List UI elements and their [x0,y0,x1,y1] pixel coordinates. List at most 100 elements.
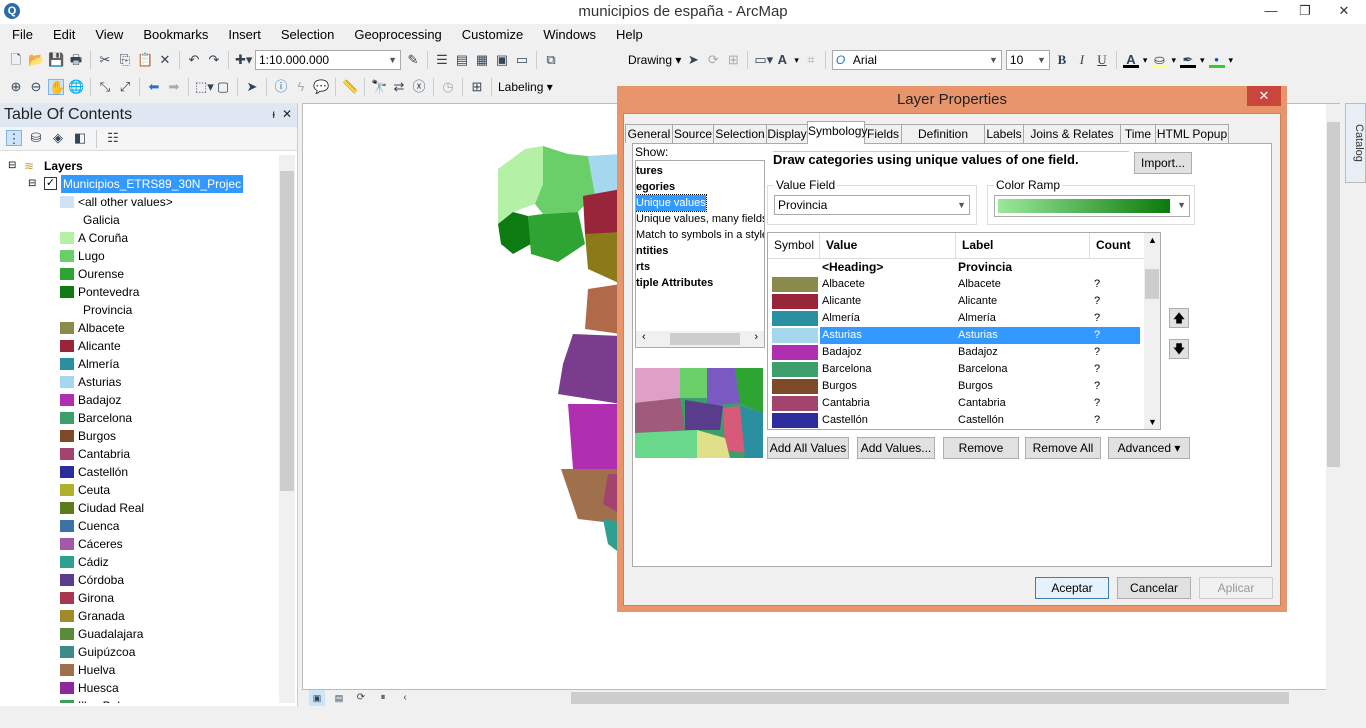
minimize-button[interactable]: — [1254,0,1288,22]
legend-item[interactable]: Badajoz [0,391,280,409]
symbol-swatch[interactable] [772,345,818,360]
symbol-swatch[interactable] [772,413,818,428]
legend-item[interactable]: Alicante [0,337,280,355]
scroll-left-icon[interactable]: ‹ [397,690,413,706]
toc-close-icon[interactable]: ✕ [282,107,292,121]
menu-geoprocessing[interactable]: Geoprocessing [342,25,449,45]
find-binoculars-icon[interactable]: 🔭 [371,79,387,95]
open-icon[interactable]: 📂 [28,52,44,68]
symbol-swatch[interactable] [772,311,818,326]
italic-button[interactable]: I [1074,52,1090,68]
maximize-button[interactable]: ❐ [1288,0,1322,22]
close-window-button[interactable]: ✕ [1322,0,1366,22]
save-icon[interactable]: 💾 [48,52,64,68]
measure-icon[interactable]: 📏 [342,79,358,95]
list-by-drawing-order-icon[interactable]: ⋮ [6,130,22,146]
search-window-icon[interactable]: ▦ [474,52,490,68]
remove-button[interactable]: Remove [943,437,1019,459]
font-color-icon[interactable]: A [1122,52,1139,68]
symbol-swatch[interactable] [772,362,818,377]
legend-swatch[interactable] [60,520,74,532]
color-ramp-select[interactable]: ▼ [994,195,1190,217]
line-color-icon[interactable]: ✒ [1179,52,1196,68]
map-horizontal-scrollbar[interactable] [571,692,1289,704]
legend-swatch[interactable] [60,610,74,622]
values-list-scrollbar[interactable]: ▲ ▼ [1144,233,1160,429]
tab-display[interactable]: Display [766,124,808,143]
legend-swatch[interactable] [60,574,74,586]
ok-button[interactable]: Aceptar [1035,577,1109,599]
cancel-button[interactable]: Cancelar [1117,577,1191,599]
legend-swatch[interactable] [60,538,74,550]
legend-swatch[interactable] [60,646,74,658]
menu-selection[interactable]: Selection [269,25,342,45]
drawing-menu[interactable]: Drawing ▾ [628,53,681,67]
tab-labels[interactable]: Labels [984,124,1024,143]
apply-button[interactable]: Aplicar [1199,577,1273,599]
tab-selection[interactable]: Selection [713,124,767,143]
add-data-icon[interactable]: ✚▾ [235,52,252,68]
col-value[interactable]: Value [820,233,956,258]
add-all-values-button[interactable]: Add All Values [767,437,849,459]
print-icon[interactable]: 🖶 [68,52,84,68]
tab-html-popup[interactable]: HTML Popup [1155,124,1229,143]
legend-item[interactable]: Cádiz [0,553,280,571]
symbol-swatch[interactable] [772,328,818,343]
menu-bookmarks[interactable]: Bookmarks [131,25,216,45]
show-list-scrollbar[interactable]: ‹ › [636,331,764,347]
menu-insert[interactable]: Insert [216,25,269,45]
show-item[interactable]: Unique values [636,194,707,212]
legend-item[interactable]: Guadalajara [0,625,280,643]
legend-swatch[interactable] [60,700,74,703]
list-by-visibility-icon[interactable]: ◈ [50,130,66,146]
legend-swatch[interactable] [60,412,74,424]
layout-view-icon[interactable]: ▤ [331,690,347,706]
legend-item[interactable]: Girona [0,589,280,607]
legend-item[interactable]: Ourense [0,265,280,283]
toc-window-icon[interactable]: ☰ [434,52,450,68]
legend-swatch[interactable] [60,394,74,406]
legend-item[interactable]: Pontevedra [0,283,280,301]
col-label[interactable]: Label [956,233,1090,258]
menu-help[interactable]: Help [604,25,651,45]
legend-swatch[interactable] [60,628,74,640]
legend-item[interactable]: Ciudad Real [0,499,280,517]
go-to-xy-icon[interactable]: ⓧ [411,79,427,95]
zoom-to-elements-icon[interactable]: ⊞ [725,52,741,68]
font-size-combo[interactable]: 10 ▼ [1005,50,1050,70]
legend-swatch[interactable] [60,322,74,334]
pin-icon[interactable]: ᵻ [272,107,275,121]
arctoolbox-icon[interactable]: ▣ [494,52,510,68]
value-row[interactable]: Alicante Alicante? [768,293,1160,310]
rectangle-icon[interactable]: ▭▾ [754,52,773,68]
magnifier-window-icon[interactable]: ⊞ [469,79,485,95]
show-item[interactable]: egories [636,179,764,195]
value-row[interactable]: Cantabria Cantabria? [768,395,1160,412]
refresh-icon[interactable]: ⟳ [353,690,369,706]
col-symbol[interactable]: Symbol [768,233,820,258]
tab-definition-query[interactable]: Definition Query [901,124,985,159]
options-icon[interactable]: ☷ [105,130,121,146]
select-features-icon[interactable]: ⬚▾ [195,79,214,95]
redo-icon[interactable]: ↷ [206,52,222,68]
pan-hand-icon[interactable]: ✋ [48,79,65,95]
legend-item[interactable]: Cantabria [0,445,280,463]
map-vertical-scrollbar[interactable] [1326,104,1341,691]
legend-item[interactable]: Almería [0,355,280,373]
back-arrow-icon[interactable]: ⬅ [146,79,162,95]
show-item[interactable]: tures [636,163,764,179]
legend-item[interactable]: Asturias [0,373,280,391]
legend-swatch[interactable] [60,430,74,442]
show-item[interactable]: rts [636,259,764,275]
legend-item[interactable]: A Coruña [0,229,280,247]
legend-swatch[interactable] [60,196,74,208]
fixed-zoom-out-icon[interactable]: ⤢ [117,79,133,95]
legend-item[interactable]: Granada [0,607,280,625]
legend-swatch[interactable] [60,502,74,514]
new-document-icon[interactable]: 🗋 [8,52,24,68]
legend-swatch[interactable] [60,268,74,280]
legend-swatch[interactable] [60,556,74,568]
font-combo[interactable]: O Arial ▼ [831,50,1002,70]
layer-entry[interactable]: ⊟ ✓ Municipios_ETRS89_30N_Projec [0,175,280,193]
legend-item[interactable]: Albacete [0,319,280,337]
